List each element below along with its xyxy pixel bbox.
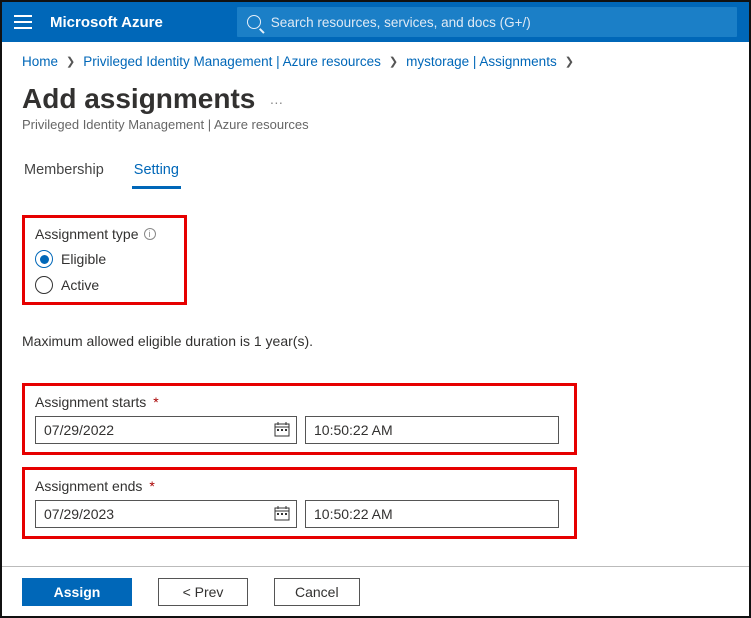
end-time-input[interactable]: 10:50:22 AM: [305, 500, 559, 528]
page-content: Home ❯ Privileged Identity Management | …: [2, 42, 749, 539]
top-header: Microsoft Azure Search resources, servic…: [2, 2, 749, 42]
radio-icon: [35, 250, 53, 268]
assignment-starts-label: Assignment starts*: [35, 394, 564, 410]
highlight-assignment-starts: Assignment starts* 07/29/2022 10:50:22 A…: [22, 383, 577, 455]
footer-bar: Assign < Prev Cancel: [2, 566, 749, 616]
chevron-right-icon: ❯: [66, 55, 75, 68]
tab-setting[interactable]: Setting: [132, 156, 181, 189]
calendar-icon[interactable]: [274, 505, 290, 521]
assignment-ends-label: Assignment ends*: [35, 478, 564, 494]
start-date-input[interactable]: 07/29/2022: [35, 416, 297, 444]
required-asterisk: *: [149, 478, 154, 494]
radio-eligible-label: Eligible: [61, 251, 106, 267]
radio-active-label: Active: [61, 277, 99, 293]
radio-active[interactable]: Active: [35, 276, 174, 294]
assign-button[interactable]: Assign: [22, 578, 132, 606]
page-subtitle: Privileged Identity Management | Azure r…: [22, 117, 729, 132]
required-asterisk: *: [153, 394, 158, 410]
tab-bar: Membership Setting: [22, 156, 729, 189]
search-placeholder: Search resources, services, and docs (G+…: [271, 15, 531, 30]
assignment-type-label: Assignment type i: [35, 226, 174, 242]
page-title: Add assignments: [22, 83, 255, 115]
search-icon: [247, 15, 261, 29]
brand-label: Microsoft Azure: [50, 14, 163, 31]
global-search[interactable]: Search resources, services, and docs (G+…: [237, 7, 737, 37]
cancel-button[interactable]: Cancel: [274, 578, 360, 606]
chevron-right-icon: ❯: [565, 55, 574, 68]
menu-icon[interactable]: [10, 9, 36, 35]
highlight-assignment-type: Assignment type i Eligible Active: [22, 215, 187, 305]
radio-icon: [35, 276, 53, 294]
breadcrumb-home[interactable]: Home: [22, 54, 58, 69]
max-duration-text: Maximum allowed eligible duration is 1 y…: [22, 333, 729, 349]
chevron-right-icon: ❯: [389, 55, 398, 68]
tab-membership[interactable]: Membership: [22, 156, 106, 189]
calendar-icon[interactable]: [274, 421, 290, 437]
start-time-input[interactable]: 10:50:22 AM: [305, 416, 559, 444]
end-date-input[interactable]: 07/29/2023: [35, 500, 297, 528]
breadcrumb-pim[interactable]: Privileged Identity Management | Azure r…: [83, 54, 381, 69]
radio-eligible[interactable]: Eligible: [35, 250, 174, 268]
breadcrumb: Home ❯ Privileged Identity Management | …: [22, 54, 729, 69]
info-icon[interactable]: i: [144, 228, 156, 240]
prev-button[interactable]: < Prev: [158, 578, 248, 606]
more-actions-icon[interactable]: …: [269, 91, 283, 107]
highlight-assignment-ends: Assignment ends* 07/29/2023 10:50:22 AM: [22, 467, 577, 539]
breadcrumb-resource[interactable]: mystorage | Assignments: [406, 54, 557, 69]
